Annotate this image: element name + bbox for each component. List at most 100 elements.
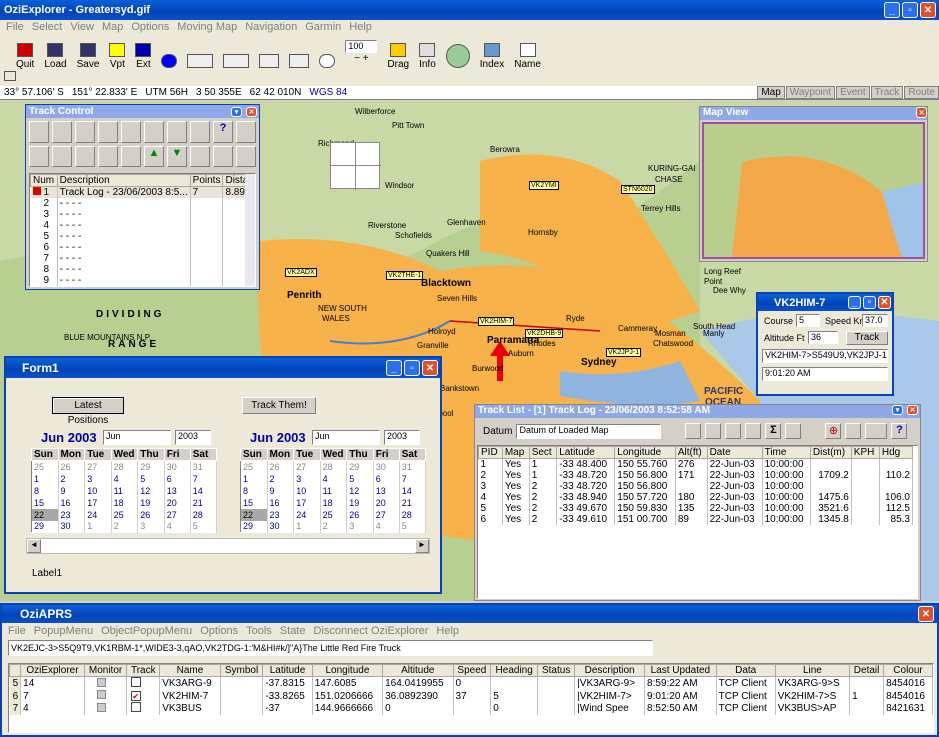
cal-day[interactable]: 29 [137, 460, 165, 473]
tc-row[interactable]: 3 - - - - [30, 209, 255, 220]
cal-day[interactable]: 4 [164, 520, 191, 533]
cal-day[interactable]: 7 [190, 472, 218, 485]
aprs-menu-item-4[interactable]: Tools [246, 625, 272, 637]
cal-day[interactable]: 30 [267, 520, 295, 533]
tab-waypoint[interactable]: Waypoint [785, 86, 836, 99]
tl-close-button[interactable]: ✕ [907, 405, 918, 415]
tc-pin2-button[interactable] [236, 121, 256, 143]
cal-day[interactable]: 29 [346, 460, 374, 473]
quit-button[interactable]: Quit [14, 34, 36, 70]
cal-day[interactable]: 25 [240, 460, 268, 473]
cal-day[interactable]: 9 [58, 484, 86, 497]
tl-sum-button[interactable]: Σ [765, 423, 782, 439]
track-them-button[interactable]: Track Them! [242, 397, 316, 414]
cal-day[interactable]: 10 [293, 484, 321, 497]
info-button[interactable]: Info [417, 34, 438, 70]
cal-day[interactable]: 20 [164, 496, 191, 509]
tc-header-cell[interactable]: Num [30, 174, 58, 187]
cal-day[interactable]: 31 [190, 460, 218, 473]
zoom-plusminus[interactable]: − + [354, 53, 368, 64]
station-max-button[interactable]: ▫ [863, 296, 876, 309]
ext-button[interactable]: Ext [133, 34, 153, 70]
cal-day[interactable]: 3 [84, 472, 112, 485]
track-list-grid[interactable]: PID Map Sect Latitude Longitude Alt(ft) Date Ti… [477, 445, 918, 599]
cal-day[interactable]: 2 [267, 472, 295, 485]
show2-tool-button[interactable] [221, 34, 251, 70]
cal-day[interactable]: 19 [346, 496, 374, 509]
cal-day[interactable]: 18 [320, 496, 348, 509]
tl-header-cell[interactable]: Sect [528, 446, 558, 459]
cal-day[interactable]: 30 [373, 460, 400, 473]
tl-save-button[interactable] [785, 423, 802, 439]
station-path-field[interactable]: VK2HIM-7>S549U9,VK2JPJ-1*, [762, 349, 888, 363]
cal-day[interactable]: 17 [84, 496, 112, 509]
tc-dot-button[interactable] [144, 121, 164, 143]
form1-max-button[interactable]: ▫ [404, 360, 420, 376]
tl-header-cell[interactable]: Latitude [556, 446, 616, 459]
aprs-header-cell[interactable]: Speed [452, 664, 492, 677]
cal-day[interactable]: 5 [346, 472, 374, 485]
load-button[interactable]: Load [42, 34, 68, 70]
cal-day[interactable]: 27 [293, 460, 321, 473]
tl-crosshair-button[interactable] [705, 423, 722, 439]
ruler-icon[interactable] [4, 71, 16, 81]
aprs-header-cell[interactable]: Detail [849, 664, 885, 677]
tl-header-cell[interactable]: Dist(m) [809, 446, 852, 459]
tc-row[interactable]: 6 - - - - [30, 242, 255, 253]
cal-day[interactable]: 23 [58, 508, 86, 521]
tc-row[interactable]: 9 - - - - [30, 275, 255, 286]
cal-day[interactable]: 20 [373, 496, 400, 509]
cal-day[interactable]: 29 [31, 520, 59, 533]
aprs-header-cell[interactable]: Track [126, 664, 161, 677]
station-track-button[interactable]: Track [846, 331, 888, 345]
cal-day[interactable]: 16 [267, 496, 295, 509]
cal-day[interactable]: 3 [346, 520, 374, 533]
tc-abc-button[interactable] [98, 121, 118, 143]
cal-day[interactable]: 4 [373, 520, 400, 533]
tc-table-button[interactable] [121, 145, 141, 167]
tc-point-button[interactable] [121, 121, 141, 143]
menu-item-navigation[interactable]: Navigation [245, 21, 297, 33]
aprs-menu-item-5[interactable]: State [280, 625, 306, 637]
tc-scrollbar[interactable] [245, 174, 255, 286]
cal-day[interactable]: 24 [84, 508, 112, 521]
cal-day[interactable]: 26 [137, 508, 165, 521]
cal-day[interactable]: 9 [267, 484, 295, 497]
scroll-right-button[interactable]: ► [415, 539, 429, 553]
aprs-header-cell[interactable]: Status [537, 664, 576, 677]
tc-save2-button[interactable] [213, 145, 233, 167]
tl-row[interactable]: 1 Yes 1 -33 48.400 150 55.760 276 22-Jun-03 10:… [478, 458, 914, 470]
cal-day[interactable]: 26 [346, 508, 374, 521]
aprs-header-cell[interactable]: Description [574, 664, 646, 677]
cal-day[interactable]: 13 [164, 484, 191, 497]
cal2-year-select[interactable]: 2003 [384, 429, 420, 445]
cal-day[interactable]: 11 [111, 484, 139, 497]
track-tool-button[interactable] [287, 34, 311, 70]
track-checkbox[interactable]: ✔ [131, 690, 142, 701]
tl-row[interactable]: 5 Yes 2 -33 49.670 150 59.830 135 22-Jun-03 10:… [478, 503, 914, 514]
cal-day[interactable]: 29 [240, 520, 268, 533]
tl-header-cell[interactable]: Map [501, 446, 530, 459]
tc-blank-button[interactable] [190, 121, 210, 143]
tc-other-button[interactable] [29, 145, 49, 167]
tl-header-cell[interactable]: Hdg [878, 446, 914, 459]
aprs-header-cell[interactable]: OziExplorer [20, 664, 85, 677]
aprs-header-cell[interactable] [9, 664, 22, 677]
aprs-cell[interactable] [84, 702, 128, 715]
cal-day[interactable]: 12 [137, 484, 165, 497]
tl-grid-button[interactable] [725, 423, 742, 439]
cal-day[interactable]: 5 [399, 520, 427, 533]
tc-row[interactable]: 10- - - - [31, 286, 257, 287]
cal-day[interactable]: 16 [58, 496, 86, 509]
monitor-checkbox[interactable] [96, 690, 106, 699]
tc-down-button[interactable]: ▼ [167, 145, 187, 167]
tc-row[interactable]: 4 - - - - [30, 220, 255, 231]
drag-button[interactable]: Drag [385, 34, 411, 70]
aprs-header-cell[interactable]: Colour [883, 664, 933, 677]
cal-day[interactable]: 5 [190, 520, 218, 533]
aprs-header-cell[interactable]: Longitude [311, 664, 384, 677]
cal-day[interactable]: 10 [84, 484, 112, 497]
tc-save-button[interactable] [75, 145, 95, 167]
cal-day[interactable]: 23 [267, 508, 295, 521]
cal-day[interactable]: 25 [320, 508, 348, 521]
